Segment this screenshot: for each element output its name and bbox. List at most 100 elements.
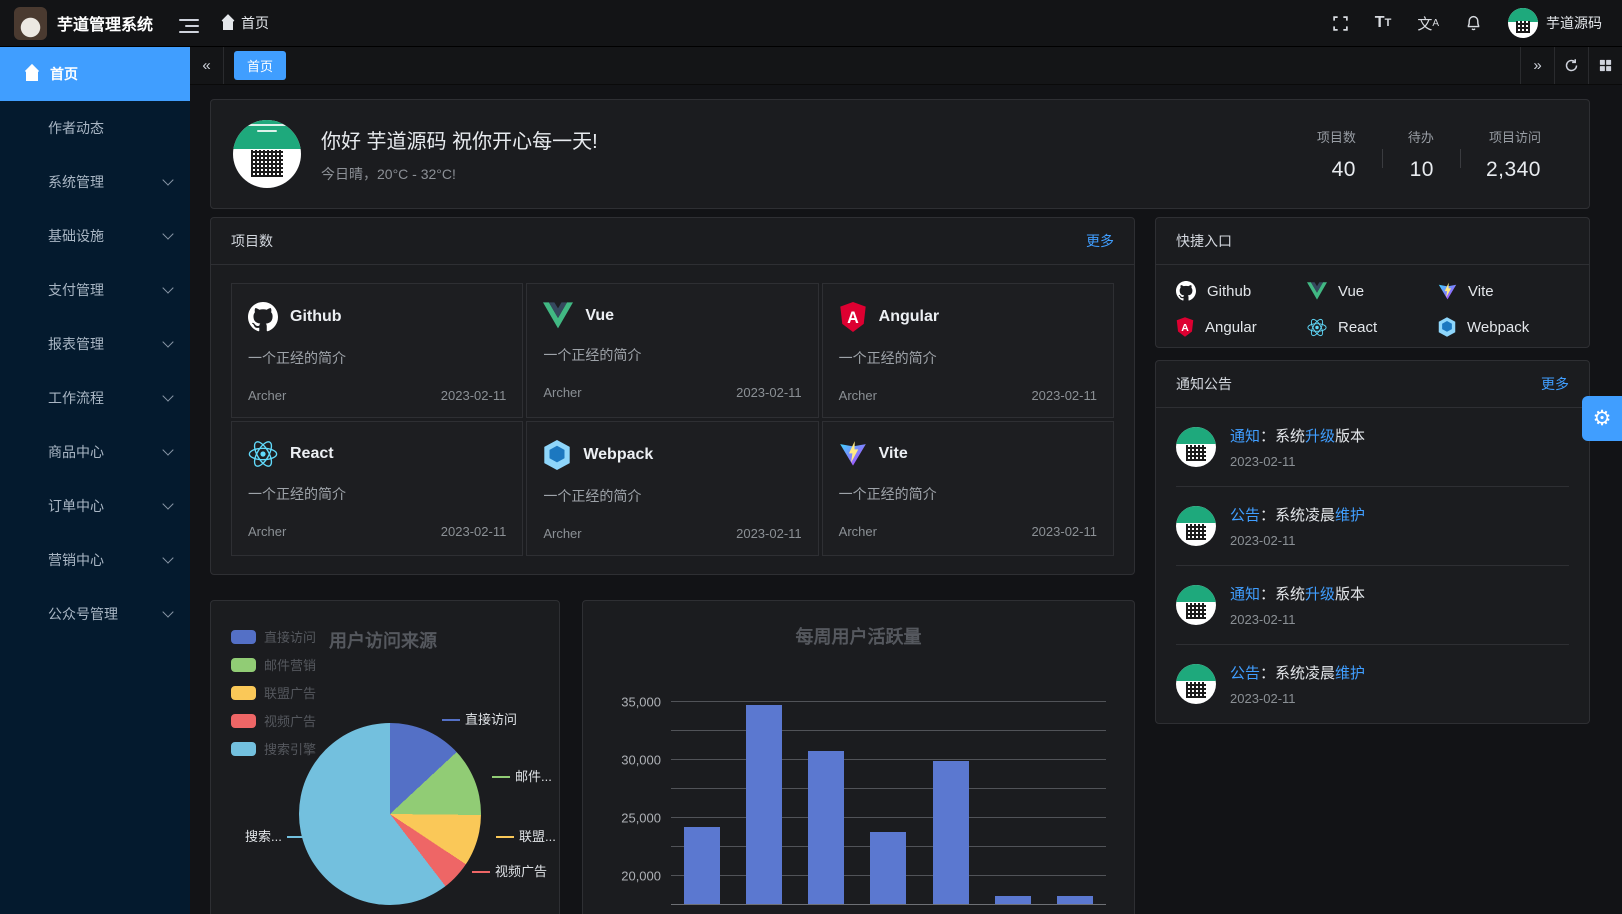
legend-label: 搜索引擎 [264, 739, 316, 758]
legend-item[interactable]: 视频广告 [231, 711, 316, 730]
app-logo [14, 7, 47, 40]
fullscreen-icon[interactable] [1332, 15, 1349, 32]
legend-swatch [231, 714, 256, 728]
menu-fold-icon[interactable] [179, 15, 199, 31]
language-icon[interactable]: 文A [1417, 13, 1439, 34]
legend-swatch [231, 658, 256, 672]
legend-item[interactable]: 直接访问 [231, 627, 316, 646]
stat-projects: 项目数 40 [1291, 127, 1382, 182]
chevron-down-icon [162, 498, 173, 509]
project-date: 2023-02-11 [736, 526, 802, 541]
pie-chart-card: 用户访问来源 直接访问邮件营销联盟广告视频广告搜索引擎 直接访问邮件...联盟.… [210, 600, 560, 914]
project-card-github[interactable]: Github 一个正经的简介 Archer 2023-02-11 [231, 283, 523, 418]
bar[interactable] [995, 896, 1031, 904]
pie-slice-label: 视频广告 [467, 861, 547, 880]
home-icon [221, 17, 235, 30]
tab-bar: « 首页 » [190, 47, 1622, 85]
bar-chart-plot[interactable]: 05,00010,00015,00020,00025,00030,00035,0… [671, 701, 1106, 904]
pie-chart-legend: 直接访问邮件营销联盟广告视频广告搜索引擎 [231, 627, 316, 767]
notice-avatar [1176, 664, 1216, 704]
project-card-vue[interactable]: Vue 一个正经的简介 Archer 2023-02-11 [526, 283, 818, 418]
shortcut-vue[interactable]: Vue [1307, 281, 1438, 301]
webpack-icon [1438, 317, 1456, 337]
legend-label: 直接访问 [264, 627, 316, 646]
projects-panel: 项目数 更多 Github [210, 217, 1135, 575]
projects-more-link[interactable]: 更多 [1086, 231, 1114, 251]
theme-settings-button[interactable]: ⚙ [1582, 396, 1622, 441]
react-icon [248, 440, 278, 468]
sidebar-item-infra[interactable]: 基础设施 [0, 209, 190, 263]
notice-item[interactable]: 通知：系统升级版本 2023-02-11 [1176, 408, 1569, 487]
pie-slice-label: 联盟... [491, 826, 556, 845]
notice-avatar [1176, 506, 1216, 546]
sidebar-item-marketing-center[interactable]: 营销中心 [0, 533, 190, 587]
breadcrumb[interactable]: 首页 [221, 13, 269, 33]
shortcut-react[interactable]: React [1307, 317, 1438, 337]
y-axis-tick: 35,000 [621, 695, 661, 710]
shortcut-github[interactable]: Github [1176, 281, 1307, 301]
bar[interactable] [746, 705, 782, 904]
notice-item[interactable]: 公告：系统凌晨维护 2023-02-11 [1176, 487, 1569, 566]
shortcut-angular[interactable]: A Angular [1176, 317, 1307, 337]
notice-item[interactable]: 公告：系统凌晨维护 2023-02-11 [1176, 645, 1569, 723]
user-menu[interactable]: 芋道源码 [1508, 8, 1602, 38]
legend-swatch [231, 742, 256, 756]
bar[interactable] [870, 832, 906, 904]
gear-icon: ⚙ [1593, 406, 1612, 431]
user-avatar [1508, 8, 1538, 38]
legend-item[interactable]: 邮件营销 [231, 655, 316, 674]
legend-label: 联盟广告 [264, 683, 316, 702]
legend-swatch [231, 630, 256, 644]
chevron-down-icon [162, 174, 173, 185]
bar[interactable] [933, 761, 969, 904]
github-icon [248, 302, 278, 332]
notices-panel-title: 通知公告 [1176, 374, 1232, 394]
project-date: 2023-02-11 [441, 388, 507, 403]
pie-chart-title: 用户访问来源 [329, 627, 437, 653]
sidebar-item-order-center[interactable]: 订单中心 [0, 479, 190, 533]
notice-item[interactable]: 通知：系统升级版本 2023-02-11 [1176, 566, 1569, 645]
sidebar: 首页 作者动态 系统管理 基础设施 支付管理 报表管理 工作流程 商品中心 [0, 47, 190, 914]
layout-grid-icon[interactable] [1588, 47, 1622, 84]
legend-label: 视频广告 [264, 711, 316, 730]
project-date: 2023-02-11 [1031, 524, 1097, 539]
bar[interactable] [684, 827, 720, 904]
legend-item[interactable]: 搜索引擎 [231, 739, 316, 758]
notification-bell-icon[interactable] [1465, 14, 1482, 32]
sidebar-item-home[interactable]: 首页 [0, 47, 190, 101]
font-size-icon[interactable]: TT [1375, 14, 1392, 32]
sidebar-item-system[interactable]: 系统管理 [0, 155, 190, 209]
tabs-scroll-right-button[interactable]: » [1520, 47, 1554, 84]
pie-chart[interactable] [299, 723, 481, 905]
bar[interactable] [1057, 896, 1093, 904]
project-card-angular[interactable]: A Angular 一个正经的简介 Archer 2023-02-11 [822, 283, 1114, 418]
chevron-down-icon [162, 336, 173, 347]
chevron-down-icon [162, 228, 173, 239]
sidebar-item-workflow[interactable]: 工作流程 [0, 371, 190, 425]
webpack-icon [543, 440, 571, 470]
sidebar-item-wechat-mgmt[interactable]: 公众号管理 [0, 587, 190, 641]
sidebar-item-product-center[interactable]: 商品中心 [0, 425, 190, 479]
notices-panel: 通知公告 更多 通知：系统升级版本 2023-02-11 [1155, 360, 1590, 724]
refresh-icon[interactable] [1554, 47, 1588, 84]
shortcut-vite[interactable]: Vite [1438, 281, 1569, 301]
app-title: 芋道管理系统 [57, 11, 153, 35]
shortcut-webpack[interactable]: Webpack [1438, 317, 1569, 337]
legend-item[interactable]: 联盟广告 [231, 683, 316, 702]
sidebar-item-author-news[interactable]: 作者动态 [0, 101, 190, 155]
y-axis-tick: 25,000 [621, 811, 661, 826]
project-author: Archer [543, 526, 581, 541]
legend-swatch [231, 686, 256, 700]
breadcrumb-item-home[interactable]: 首页 [241, 13, 269, 33]
project-card-react[interactable]: React 一个正经的简介 Archer 2023-02-11 [231, 421, 523, 556]
sidebar-item-payment[interactable]: 支付管理 [0, 263, 190, 317]
tabs-scroll-left-button[interactable]: « [190, 47, 224, 84]
sidebar-item-report[interactable]: 报表管理 [0, 317, 190, 371]
notices-more-link[interactable]: 更多 [1541, 374, 1569, 394]
github-icon [1176, 281, 1196, 301]
tab-home[interactable]: 首页 [234, 51, 286, 80]
project-card-webpack[interactable]: Webpack 一个正经的简介 Archer 2023-02-11 [526, 421, 818, 556]
bar[interactable] [808, 751, 844, 904]
project-card-vite[interactable]: Vite 一个正经的简介 Archer 2023-02-11 [822, 421, 1114, 556]
stat-visits: 项目访问 2,340 [1460, 127, 1567, 182]
